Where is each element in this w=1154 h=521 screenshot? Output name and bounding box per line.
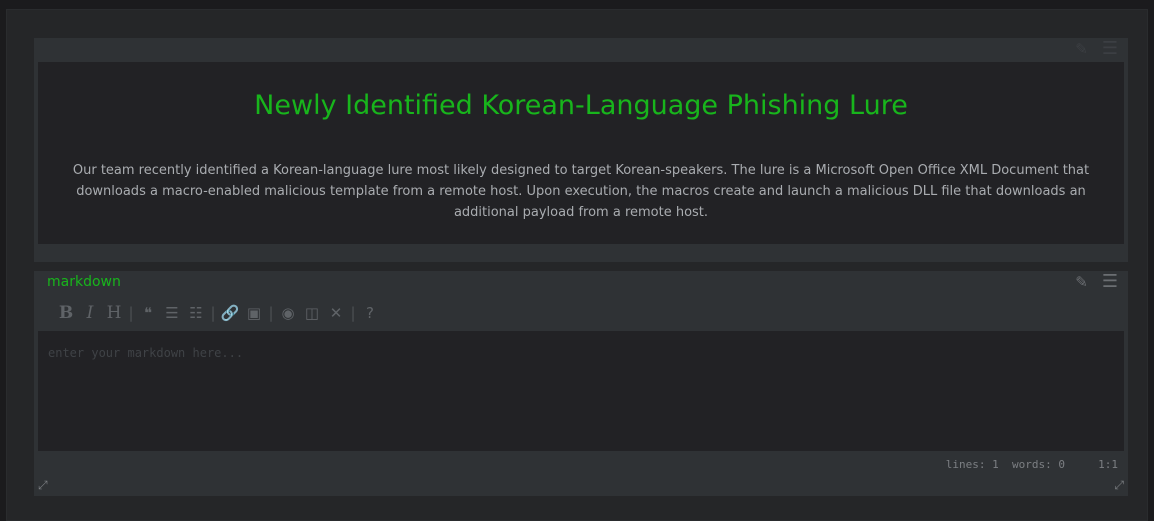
- panel-menu-icon[interactable]: ☰: [1102, 273, 1118, 291]
- panel-header: markdown ✎ ☰: [34, 271, 1128, 295]
- italic-button[interactable]: I: [78, 303, 102, 323]
- status-lines: lines: 1: [945, 458, 999, 471]
- markdown-panel: markdown ✎ ☰ B I H | ❝ ☰ ☷ | 🔗 ▣ | ◉ ◫ ✕…: [34, 271, 1128, 496]
- status-words: words: 0: [1012, 458, 1065, 471]
- unordered-list-icon[interactable]: ☰: [160, 304, 184, 322]
- image-icon[interactable]: ▣: [242, 304, 266, 322]
- preview-eye-icon[interactable]: ◉: [276, 304, 300, 322]
- toolbar-separator: |: [268, 304, 274, 322]
- resize-right-icon[interactable]: ⤢: [1114, 478, 1124, 493]
- edit-pencil-icon[interactable]: ✎: [1075, 274, 1088, 290]
- page-title: Newly Identified Korean-Language Phishin…: [254, 90, 908, 121]
- panel-menu-icon[interactable]: ☰: [1102, 40, 1118, 58]
- link-icon[interactable]: 🔗: [218, 304, 242, 322]
- heading-button[interactable]: H: [102, 303, 126, 323]
- status-cursor: 1:1: [1098, 458, 1118, 471]
- panel-header: ✎ ☰: [34, 38, 1128, 62]
- content-area: Newly Identified Korean-Language Phishin…: [38, 62, 1124, 244]
- content-panel: ✎ ☰ Newly Identified Korean-Language Phi…: [34, 38, 1128, 262]
- fullscreen-icon[interactable]: ✕: [324, 304, 348, 322]
- toolbar-separator: |: [350, 304, 356, 322]
- bold-button[interactable]: B: [54, 303, 78, 323]
- toolbar-separator: |: [210, 304, 216, 322]
- editor-toolbar: B I H | ❝ ☰ ☷ | 🔗 ▣ | ◉ ◫ ✕ | ?: [54, 302, 382, 324]
- markdown-editor-input[interactable]: [38, 331, 1124, 451]
- ordered-list-icon[interactable]: ☷: [184, 304, 208, 322]
- description-text: Our team recently identified a Korean-la…: [72, 163, 1090, 220]
- resize-left-icon[interactable]: ⤢: [38, 478, 48, 493]
- panel-title: markdown: [47, 274, 121, 290]
- toolbar-separator: |: [128, 304, 134, 322]
- editor-statusbar: lines: 1 words: 0 1:1: [946, 458, 1118, 471]
- quote-icon[interactable]: ❝: [136, 304, 160, 322]
- guide-help-icon[interactable]: ?: [358, 304, 382, 322]
- side-by-side-icon[interactable]: ◫: [300, 304, 324, 322]
- edit-pencil-icon[interactable]: ✎: [1075, 41, 1088, 57]
